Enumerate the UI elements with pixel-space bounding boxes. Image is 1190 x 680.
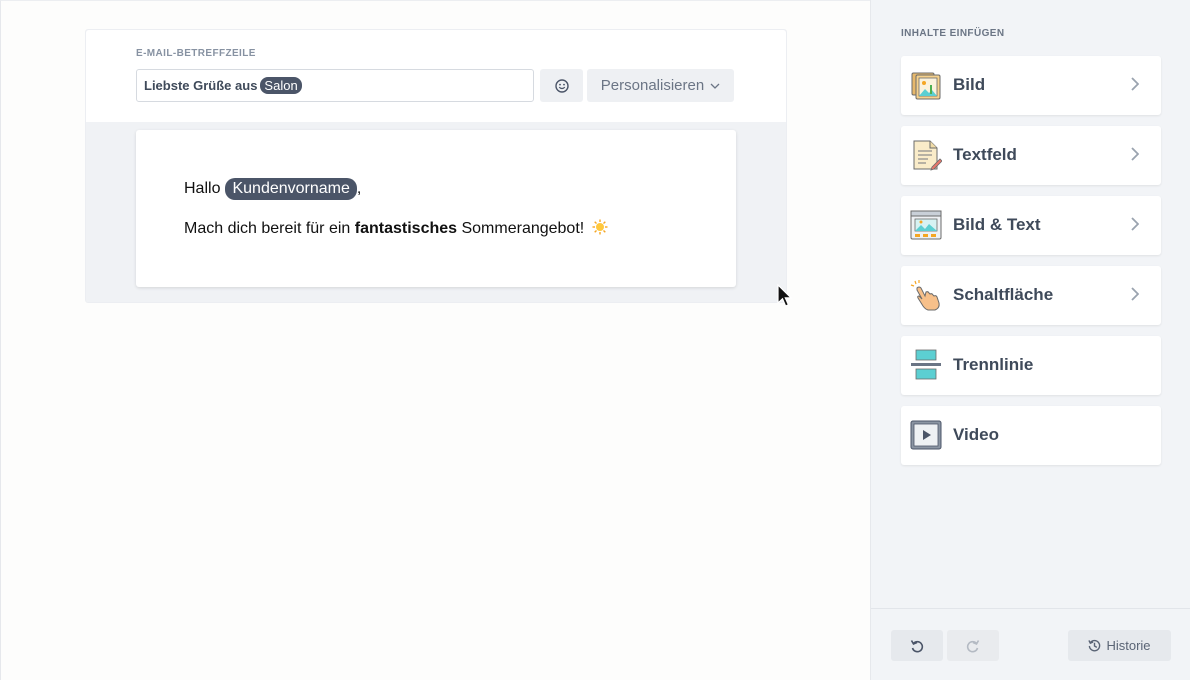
- chevron-right-icon: [1131, 147, 1139, 161]
- editor-area: E-MAIL-BETREFFZEILE Liebste Grüße aus Sa…: [0, 0, 870, 680]
- mouse-cursor-icon: [777, 284, 793, 307]
- emoji-button[interactable]: [540, 69, 583, 102]
- insert-button-block[interactable]: Schaltfläche: [901, 266, 1161, 325]
- block-label-textfield: Textfeld: [953, 145, 1017, 164]
- divider-icon: [911, 349, 941, 380]
- sidebar-footer: Historie: [871, 608, 1190, 680]
- history-button[interactable]: Historie: [1068, 630, 1171, 661]
- video-icon: [910, 420, 942, 450]
- greeting-suffix: ,: [356, 180, 362, 197]
- personalize-label: Personalisieren: [600, 77, 705, 94]
- subject-text: Liebste Grüße aus: [144, 78, 258, 93]
- line2-before: Mach dich bereit für ein: [184, 220, 351, 237]
- email-editor-card: E-MAIL-BETREFFZEILE Liebste Grüße aus Sa…: [85, 29, 787, 303]
- personalize-dropdown[interactable]: Personalisieren: [587, 69, 734, 102]
- history-icon: [1088, 639, 1101, 652]
- sidebar-title: INHALTE EINFÜGEN: [901, 28, 1005, 39]
- image-text-icon: [910, 210, 942, 240]
- chevron-right-icon: [1131, 217, 1139, 231]
- image-icon: [911, 72, 941, 100]
- history-label: Historie: [1106, 638, 1151, 653]
- insert-image-text-block[interactable]: Bild & Text: [901, 196, 1161, 255]
- customer-firstname-tag[interactable]: Kundenvorname: [225, 178, 357, 200]
- block-label-button: Schaltfläche: [953, 285, 1054, 304]
- subject-input[interactable]: Liebste Grüße aus Salon: [136, 69, 534, 102]
- line2-after: Sommerangebot!: [461, 220, 585, 237]
- smiley-icon: [554, 78, 569, 93]
- undo-button[interactable]: [891, 630, 943, 661]
- insert-textfield-block[interactable]: Textfeld: [901, 126, 1161, 185]
- redo-button[interactable]: [947, 630, 999, 661]
- insert-video-block[interactable]: Video: [901, 406, 1161, 465]
- subject-personalization-tag[interactable]: Salon: [260, 77, 302, 94]
- insert-divider-block[interactable]: Trennlinie: [901, 336, 1161, 395]
- sun-emoji-icon: [592, 219, 608, 235]
- chevron-right-icon: [1131, 77, 1139, 91]
- subject-label: E-MAIL-BETREFFZEILE: [136, 48, 256, 59]
- redo-icon: [966, 639, 980, 652]
- body-text-line: Mach dich bereit für ein fantastisches S…: [184, 219, 608, 238]
- greeting-line: Hallo Kundenvorname ,: [184, 178, 361, 200]
- greeting-prefix: Hallo: [184, 180, 221, 197]
- chevron-right-icon: [1131, 287, 1139, 301]
- block-label-image-text: Bild & Text: [953, 215, 1041, 234]
- line2-bold: fantastisches: [354, 220, 458, 237]
- button-hand-icon: [910, 280, 940, 311]
- text-field-icon: [913, 140, 942, 171]
- block-label-divider: Trennlinie: [953, 355, 1034, 374]
- block-label-image: Bild: [953, 75, 986, 94]
- chevron-down-icon: [710, 83, 720, 89]
- insert-image-block[interactable]: Bild: [901, 56, 1161, 115]
- subject-section: E-MAIL-BETREFFZEILE Liebste Grüße aus Sa…: [86, 30, 786, 122]
- undo-icon: [910, 639, 924, 652]
- block-label-video: Video: [953, 425, 999, 444]
- content-sidebar: INHALTE EINFÜGEN Bild Textfeld Bild & Te…: [870, 0, 1190, 680]
- email-body[interactable]: Hallo Kundenvorname , Mach dich bereit f…: [136, 130, 736, 287]
